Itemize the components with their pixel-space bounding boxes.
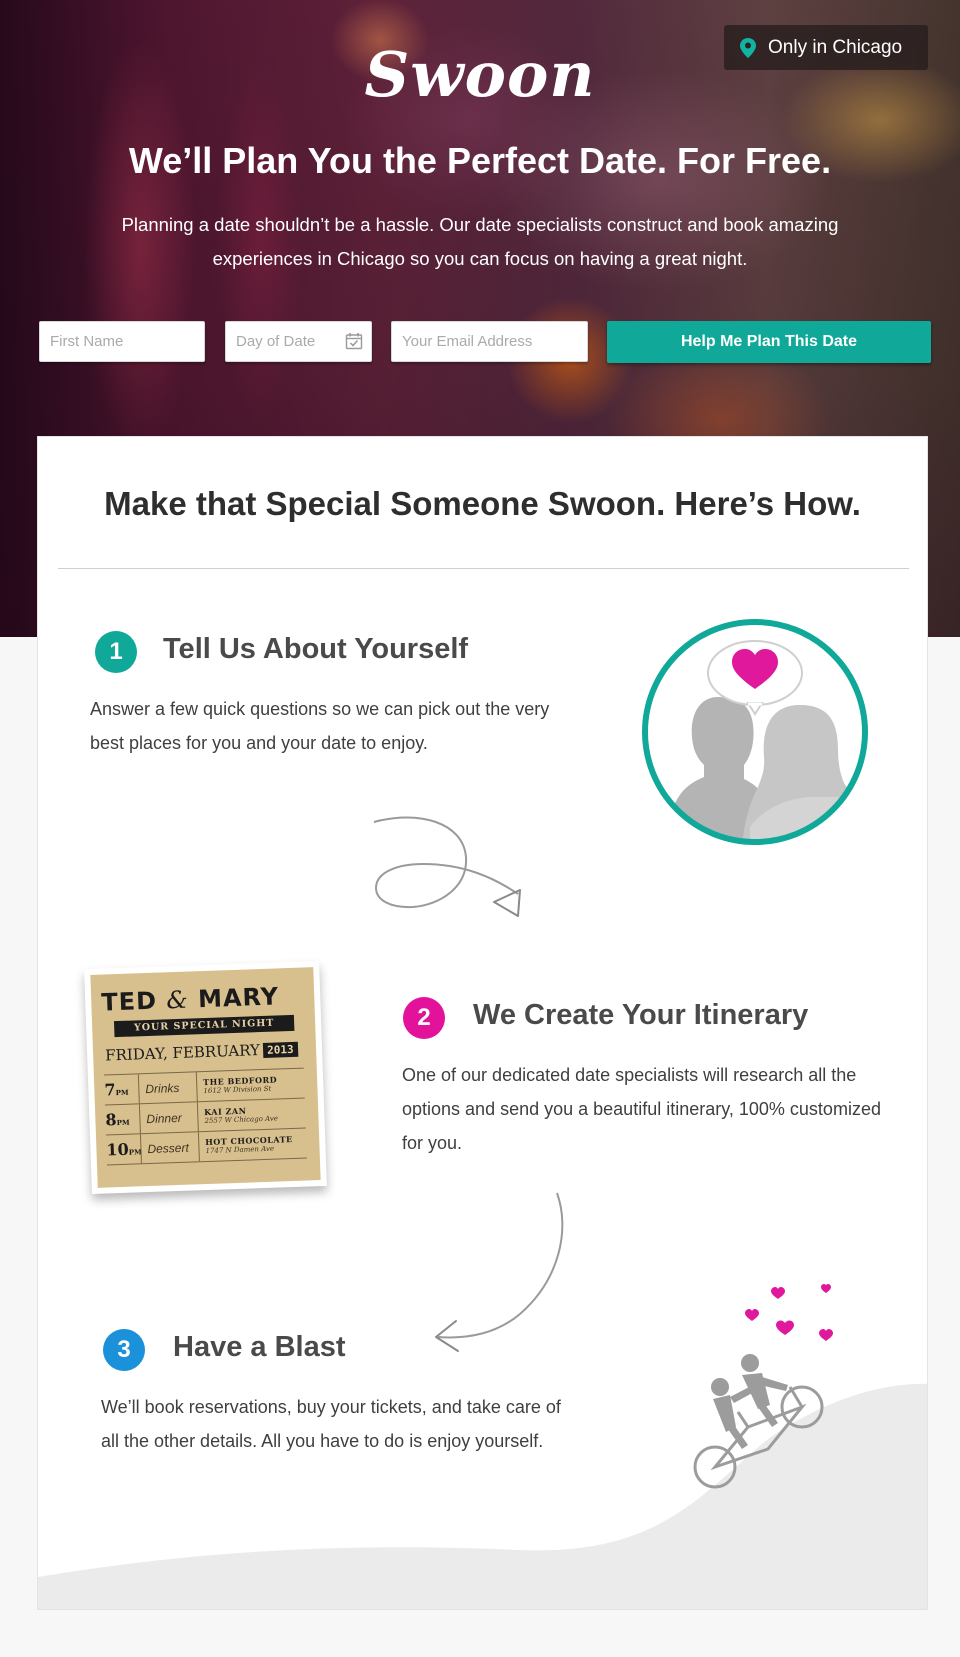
heart-icon [745, 1284, 833, 1341]
step-2-number: 2 [403, 997, 445, 1039]
hero-headline: We’ll Plan You the Perfect Date. For Fre… [128, 140, 832, 181]
swoon-logo[interactable]: Swoon [0, 38, 960, 111]
step-2-text: One of our dedicated date specialists wi… [402, 1065, 881, 1153]
calendar-icon[interactable] [345, 332, 363, 350]
itinerary-ribbon: YOUR SPECIAL NIGHT [113, 1014, 295, 1038]
step-2-title: We Create Your Itinerary [473, 999, 809, 1031]
couple-heart-illustration [642, 619, 868, 845]
itinerary-names: TED & MARY [100, 982, 280, 1017]
step-1-title: Tell Us About Yourself [163, 633, 469, 665]
step-3-title: Have a Blast [173, 1331, 346, 1363]
how-it-works-title: Make that Special Someone Swoon. Here’s … [104, 485, 861, 522]
hero-subline: Planning a date shouldn’t be a hassle. O… [121, 214, 839, 269]
divider [58, 568, 909, 569]
itinerary-row: 10PM Dessert HOT CHOCOLATE 1747 N Damen A… [105, 1128, 307, 1166]
step-1-text: Answer a few quick questions so we can p… [90, 699, 550, 753]
step-3-number: 3 [103, 1329, 145, 1371]
email-field[interactable] [391, 321, 588, 362]
step-1-number: 1 [95, 631, 137, 673]
itinerary-year: 2013 [262, 1041, 298, 1058]
curved-arrow-left [435, 1192, 564, 1352]
how-it-works-card: Make that Special Someone Swoon. Here’s … [37, 436, 928, 1610]
first-name-field[interactable] [39, 321, 205, 362]
step-3-text: We’ll book reservations, buy your ticket… [101, 1397, 561, 1451]
itinerary-schedule: 7PM Drinks THE BEDFORD 1612 W Division St… [103, 1067, 307, 1166]
curved-arrow-right [373, 816, 521, 917]
tandem-bike-illustration [693, 1284, 833, 1489]
itinerary-date: FRIDAY, FEBRUARY 22 [104, 1040, 285, 1065]
itinerary-sample-card: TED & MARY YOUR SPECIAL NIGHT FRIDAY, FE… [84, 960, 327, 1195]
plan-date-button[interactable]: Help Me Plan This Date [607, 321, 931, 363]
